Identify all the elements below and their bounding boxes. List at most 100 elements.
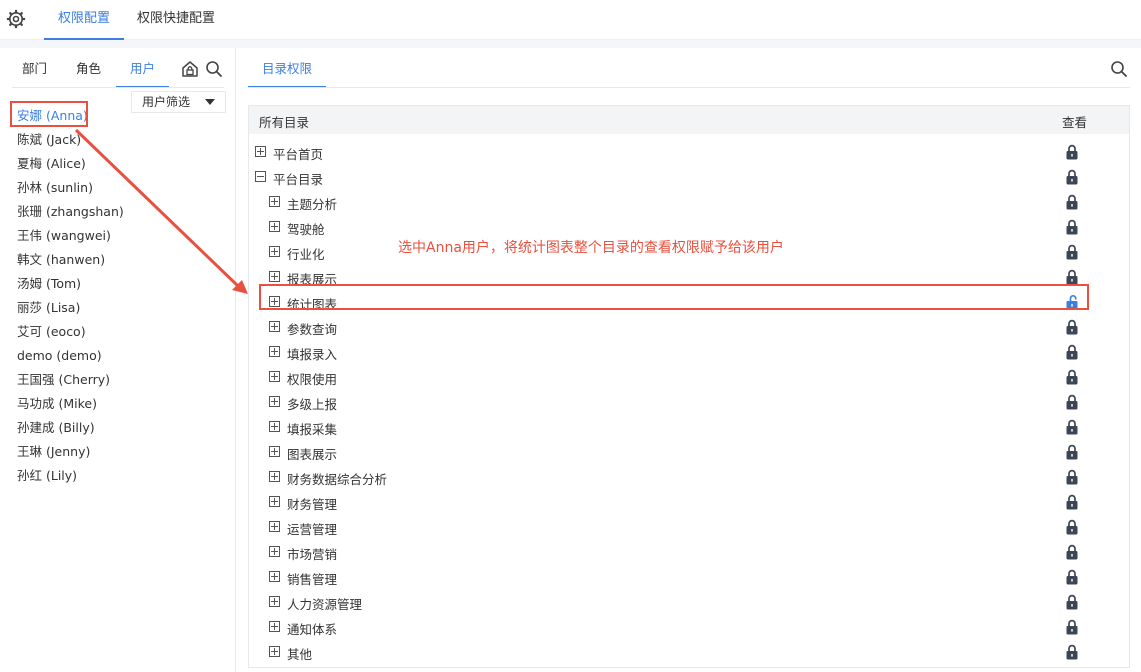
lock-icon[interactable]: [1065, 569, 1079, 585]
tab-catalog-permission[interactable]: 目录权限: [248, 56, 327, 88]
user-item[interactable]: demo (demo): [17, 344, 124, 368]
user-item[interactable]: 汤姆 (Tom): [17, 272, 124, 296]
user-item[interactable]: 陈斌 (Jack): [17, 128, 124, 152]
tab-underline: [248, 87, 1130, 88]
search-icon[interactable]: [1110, 60, 1128, 78]
expand-icon[interactable]: [269, 246, 280, 257]
catalog-row[interactable]: 权限使用: [249, 364, 1129, 389]
user-item[interactable]: 孙林 (sunlin): [17, 176, 124, 200]
catalog-row[interactable]: 驾驶舱: [249, 214, 1129, 239]
lock-icon[interactable]: [1065, 319, 1079, 335]
tab-underline: [12, 87, 224, 88]
user-item[interactable]: 丽莎 (Lisa): [17, 296, 124, 320]
catalog-row-label: 行业化: [287, 247, 325, 262]
catalog-row[interactable]: 通知体系: [249, 614, 1129, 639]
lock-icon[interactable]: [1065, 269, 1079, 285]
lock-icon[interactable]: [1065, 444, 1079, 460]
catalog-table: 所有目录 查看 平台首页 平台目录 主题分析 驾驶舱 行业化 报表展示 统计图表 参数查询 填报…: [248, 105, 1130, 668]
left-panel: 部门 角色 用户 用户筛选 安娜 (Anna) 陈斌 (Jack) 夏梅 (Al…: [0, 48, 236, 672]
expand-icon[interactable]: [269, 546, 280, 557]
lock-icon[interactable]: [1065, 169, 1079, 185]
user-item[interactable]: 马功成 (Mike): [17, 392, 124, 416]
catalog-row[interactable]: 财务数据综合分析: [249, 464, 1129, 489]
catalog-row[interactable]: 财务管理: [249, 489, 1129, 514]
expand-icon[interactable]: [269, 471, 280, 482]
expand-icon[interactable]: [269, 271, 280, 282]
expand-icon[interactable]: [269, 446, 280, 457]
catalog-row[interactable]: 其他: [249, 639, 1129, 664]
right-panel: 目录权限 所有目录 查看 平台首页 平台目录 主题分析 驾驶舱 行业化 报表展示 统计图表参…: [237, 48, 1141, 672]
catalog-row[interactable]: 多级上报: [249, 389, 1129, 414]
collapse-icon[interactable]: [255, 171, 266, 182]
catalog-row-label: 平台目录: [273, 172, 324, 187]
expand-icon[interactable]: [269, 371, 280, 382]
catalog-row[interactable]: 平台目录: [249, 164, 1129, 189]
expand-icon[interactable]: [269, 621, 280, 632]
user-item[interactable]: 王琳 (Jenny): [17, 440, 124, 464]
lock-icon[interactable]: [1065, 644, 1079, 660]
user-item[interactable]: 艾可 (eoco): [17, 320, 124, 344]
lock-icon[interactable]: [1065, 594, 1079, 610]
catalog-row[interactable]: 图表展示: [249, 439, 1129, 464]
house-lock-icon[interactable]: [181, 60, 199, 78]
expand-icon[interactable]: [269, 346, 280, 357]
lock-icon[interactable]: [1065, 344, 1079, 360]
catalog-row[interactable]: 平台首页: [249, 139, 1129, 164]
tab-permission-quick-config[interactable]: 权限快捷配置: [137, 0, 215, 40]
lock-icon[interactable]: [1065, 369, 1079, 385]
lock-icon[interactable]: [1065, 469, 1079, 485]
user-item[interactable]: 张珊 (zhangshan): [17, 200, 124, 224]
expand-icon[interactable]: [269, 646, 280, 657]
lock-icon[interactable]: [1065, 144, 1079, 160]
lock-icon[interactable]: [1065, 544, 1079, 560]
expand-icon[interactable]: [269, 321, 280, 332]
catalog-row-label: 多级上报: [287, 397, 338, 412]
catalog-row-label: 市场营销: [287, 547, 338, 562]
catalog-row[interactable]: 运营管理: [249, 514, 1129, 539]
catalog-row-label: 财务数据综合分析: [287, 472, 388, 487]
lock-icon[interactable]: [1065, 419, 1079, 435]
catalog-row[interactable]: 参数查询: [249, 314, 1129, 339]
tab-department[interactable]: 部门: [22, 56, 47, 88]
user-item[interactable]: 韩文 (hanwen): [17, 248, 124, 272]
catalog-row[interactable]: 销售管理: [249, 564, 1129, 589]
expand-icon[interactable]: [255, 146, 266, 157]
expand-icon[interactable]: [269, 496, 280, 507]
lock-icon[interactable]: [1065, 519, 1079, 535]
catalog-row[interactable]: 市场营销: [249, 539, 1129, 564]
tab-permission-config[interactable]: 权限配置: [44, 0, 125, 40]
user-item[interactable]: 王国强 (Cherry): [17, 368, 124, 392]
expand-icon[interactable]: [269, 396, 280, 407]
expand-icon[interactable]: [269, 221, 280, 232]
header-all-catalogs: 所有目录: [259, 115, 310, 130]
lock-icon[interactable]: [1065, 619, 1079, 635]
user-item[interactable]: 孙建成 (Billy): [17, 416, 124, 440]
gear-icon[interactable]: [6, 9, 26, 29]
catalog-row[interactable]: 填报采集: [249, 414, 1129, 439]
expand-icon[interactable]: [269, 596, 280, 607]
expand-icon[interactable]: [269, 421, 280, 432]
lock-icon[interactable]: [1065, 194, 1079, 210]
lock-icon[interactable]: [1065, 219, 1079, 235]
table-header: 所有目录 查看: [249, 106, 1129, 134]
catalog-row[interactable]: 填报录入: [249, 339, 1129, 364]
user-item[interactable]: 王伟 (wangwei): [17, 224, 124, 248]
lock-icon[interactable]: [1065, 244, 1079, 260]
expand-icon[interactable]: [269, 521, 280, 532]
catalog-row-label: 运营管理: [287, 522, 338, 537]
search-icon[interactable]: [205, 60, 223, 78]
annotation-note: 选中Anna用户，将统计图表整个目录的查看权限赋予给该用户: [398, 240, 784, 256]
catalog-row[interactable]: 主题分析: [249, 189, 1129, 214]
tab-user[interactable]: 用户: [116, 56, 170, 88]
catalog-row[interactable]: 人力资源管理: [249, 589, 1129, 614]
catalog-row-label: 销售管理: [287, 572, 338, 587]
lock-icon[interactable]: [1065, 494, 1079, 510]
tab-role[interactable]: 角色: [76, 56, 101, 88]
lock-icon[interactable]: [1065, 394, 1079, 410]
user-filter-dropdown[interactable]: 用户筛选: [131, 91, 226, 113]
expand-icon[interactable]: [269, 196, 280, 207]
user-item[interactable]: 夏梅 (Alice): [17, 152, 124, 176]
expand-icon[interactable]: [269, 571, 280, 582]
user-filter-label: 用户筛选: [142, 95, 191, 109]
user-item[interactable]: 孙红 (Lily): [17, 464, 124, 488]
